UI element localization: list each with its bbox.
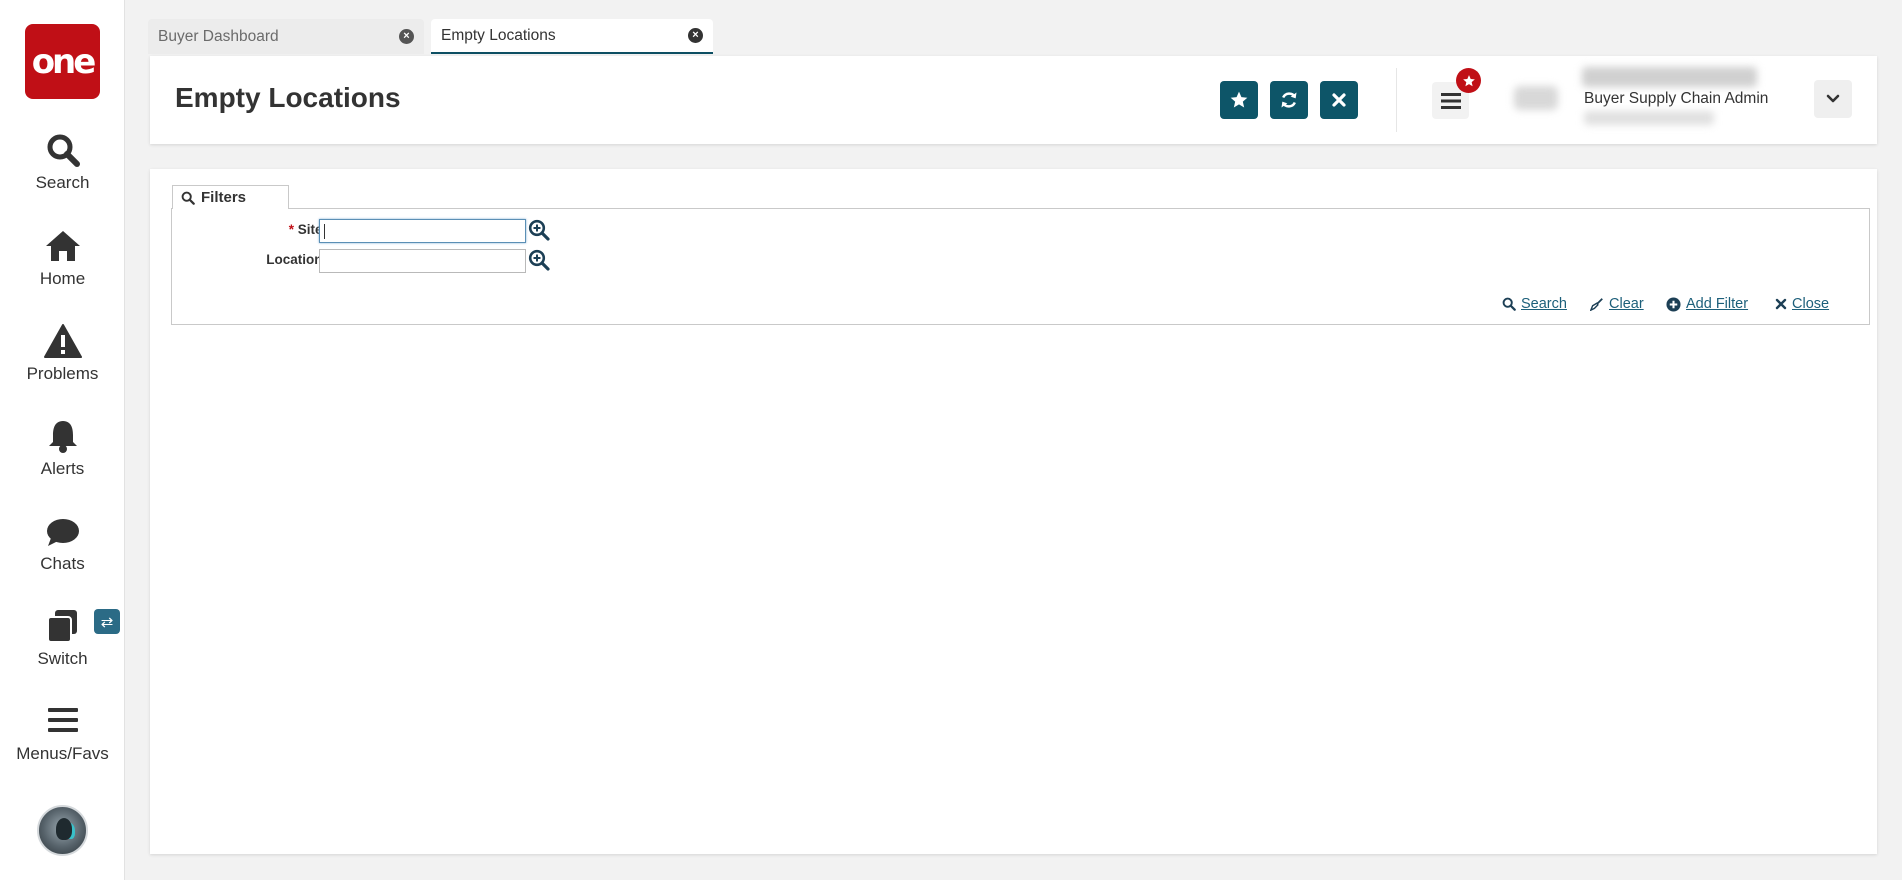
sidebar-item-label: Search [35, 173, 90, 192]
location-label: Location: [266, 252, 327, 267]
chevron-down-icon [1826, 94, 1840, 103]
home-icon [0, 228, 125, 266]
filter-clear-label: Clear [1609, 296, 1644, 312]
page-header: Empty Locations Buyer Supply Chain Admin [150, 56, 1877, 144]
filter-search-link[interactable]: Search [1502, 296, 1567, 312]
sidebar-item-label: Home [39, 269, 86, 288]
tab-label: Empty Locations [441, 26, 556, 44]
plus-circle-icon [1666, 296, 1681, 312]
required-marker: * [288, 222, 294, 237]
page-title: Empty Locations [175, 82, 401, 113]
close-tab-icon[interactable]: × [688, 28, 703, 43]
close-tab-icon[interactable]: × [399, 29, 414, 44]
sidebar-item-alerts[interactable]: Alerts [0, 418, 125, 479]
hamburger-icon [1440, 92, 1461, 109]
refresh-icon [1281, 92, 1297, 108]
filter-close-link[interactable]: Close [1775, 296, 1829, 312]
header-divider [1396, 68, 1397, 132]
main-content-panel: Filters * Site: Location: Search Clear A… [150, 169, 1877, 854]
location-input[interactable] [319, 249, 526, 273]
sidebar-item-label: Problems [26, 364, 99, 383]
sidebar-item-label: Chats [40, 554, 85, 573]
search-icon [0, 132, 125, 170]
chat-icon [0, 513, 125, 551]
tab-buyer-dashboard[interactable]: Buyer Dashboard × [148, 19, 424, 54]
favorites-star-icon[interactable] [1456, 68, 1481, 93]
close-icon [1775, 298, 1787, 310]
filter-search-label: Search [1521, 296, 1567, 312]
sidebar-item-search[interactable]: Search [0, 132, 125, 193]
sidebar-item-problems[interactable]: Problems [0, 323, 125, 384]
close-page-button[interactable] [1320, 81, 1358, 119]
warning-icon [0, 323, 125, 361]
sidebar-item-label: Menus/Favs [16, 744, 109, 763]
sidebar-item-label: Switch [37, 649, 88, 668]
tab-label: Buyer Dashboard [158, 27, 279, 45]
filter-add-filter-link[interactable]: Add Filter [1666, 296, 1748, 312]
close-icon [1332, 93, 1346, 107]
sidebar-item-menus-favs[interactable]: Menus/Favs [0, 703, 125, 764]
bell-icon [0, 418, 125, 456]
broom-icon [1590, 298, 1603, 311]
user-image-blurred [1514, 86, 1558, 110]
filter-clear-link[interactable]: Clear [1590, 296, 1644, 312]
user-name-blurred [1582, 67, 1757, 87]
logo-text: one [31, 41, 97, 82]
switch-badge-icon[interactable]: ⇄ [94, 609, 120, 634]
sidebar-item-label: Alerts [40, 459, 85, 478]
filters-tab-label: Filters [201, 189, 247, 206]
sidebar-item-chats[interactable]: Chats [0, 513, 125, 574]
search-icon [1502, 297, 1516, 311]
location-lookup-icon[interactable] [528, 249, 550, 271]
refresh-button[interactable] [1270, 81, 1308, 119]
star-icon [1230, 91, 1248, 108]
favorite-button[interactable] [1220, 81, 1258, 119]
one-logo[interactable]: one [25, 24, 100, 99]
filters-tab[interactable]: Filters [172, 185, 289, 209]
hamburger-icon [0, 703, 125, 741]
tab-empty-locations[interactable]: Empty Locations × [431, 19, 713, 54]
sidebar-item-home[interactable]: Home [0, 228, 125, 289]
search-icon [181, 191, 195, 205]
user-menu-dropdown-button[interactable] [1814, 80, 1852, 118]
user-org-blurred [1584, 111, 1714, 125]
user-avatar[interactable] [37, 805, 88, 856]
filter-close-label: Close [1792, 296, 1830, 312]
site-label: * Site: [232, 222, 327, 237]
sidebar: one Search Home Problems Alerts Chats Sw… [0, 0, 125, 880]
filter-add-filter-label: Add Filter [1686, 296, 1749, 312]
user-role: Buyer Supply Chain Admin [1584, 90, 1769, 107]
site-input[interactable] [319, 219, 526, 243]
site-lookup-icon[interactable] [528, 219, 550, 241]
